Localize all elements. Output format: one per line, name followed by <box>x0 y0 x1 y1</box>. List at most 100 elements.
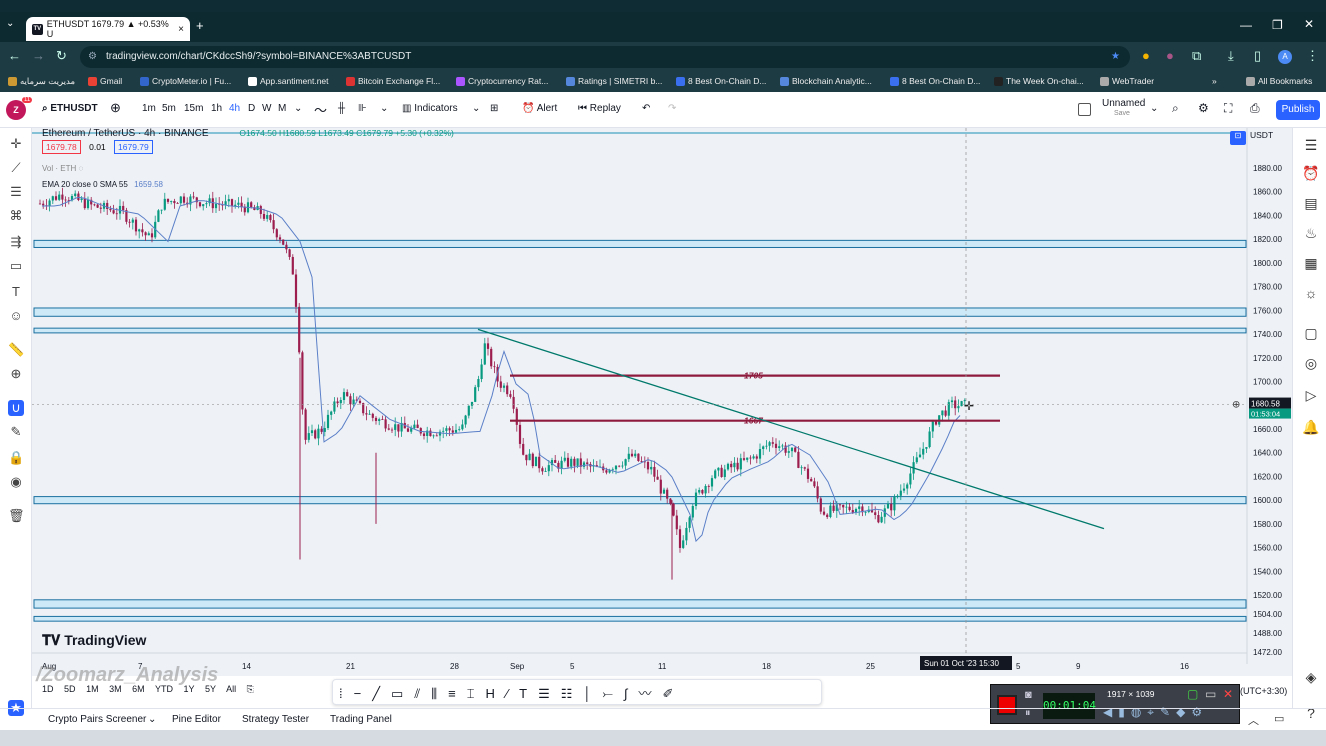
legend-title[interactable]: Ethereum / TetherUS · 4h · BINANCE <box>42 128 209 139</box>
bid-price[interactable]: 1679.78 <box>42 140 81 154</box>
redo-icon[interactable]: ↷ <box>668 103 676 114</box>
back-icon[interactable]: ← <box>8 48 21 63</box>
text-anchor-icon[interactable]: ⌶ <box>467 686 486 701</box>
browser-menu-icon[interactable]: ⋮ <box>1306 48 1319 64</box>
bookmark-item[interactable]: Cryptocurrency Rat... <box>456 76 548 86</box>
layout-save-label[interactable]: Save <box>1114 110 1130 117</box>
ideas-bulb-icon[interactable]: ☼ <box>1302 284 1320 302</box>
fib-tool-icon[interactable]: ☰ <box>8 184 24 200</box>
range-5y[interactable]: 5Y <box>205 684 216 694</box>
drag-handle-icon[interactable]: ⁞ <box>339 686 354 701</box>
eye-icon[interactable]: ◉ <box>8 474 24 490</box>
date-range-icon[interactable]: ⎘ <box>247 684 254 694</box>
pattern-tool-icon[interactable]: ⌘ <box>8 208 24 224</box>
tab-close-icon[interactable]: × <box>178 24 184 35</box>
brush-icon[interactable]: ⁄ <box>506 686 519 701</box>
chart-pane[interactable]: 1880.00 1860.00 1840.00 1820.00 1800.00 1780.… <box>32 128 1292 686</box>
profile-avatar[interactable]: A <box>1278 50 1292 64</box>
magnet-icon[interactable]: ∪ <box>8 400 24 416</box>
line-chart-type-icon[interactable]: 〜 <box>314 100 327 119</box>
curve-icon[interactable]: ∫ <box>624 686 639 701</box>
interval-w[interactable]: W <box>262 103 271 114</box>
tab-search-icon[interactable]: ⌄ <box>6 18 14 29</box>
lock-icon[interactable]: 🔒 <box>8 450 24 466</box>
calendar-icon[interactable]: ▦ <box>1302 254 1320 272</box>
snapshot-camera-icon[interactable]: ⎙ <box>1250 101 1260 116</box>
new-tab-icon[interactable]: + <box>196 18 204 33</box>
arrow-icon[interactable]: ⤚ <box>603 686 624 701</box>
close-window-icon[interactable]: ✕ <box>1304 17 1314 31</box>
forward-icon[interactable]: → <box>32 48 45 63</box>
tab-strategy-tester[interactable]: Strategy Tester <box>242 714 309 725</box>
chat-icon[interactable]: ▢ <box>1302 324 1320 342</box>
alerts-clock-icon[interactable]: ⏰ <box>1302 164 1320 182</box>
range-ytd[interactable]: YTD <box>155 684 173 694</box>
range-6m[interactable]: 6M <box>132 684 145 694</box>
eye-hidden-icon[interactable]: ◌ <box>78 164 83 173</box>
browser-tab[interactable]: TV ETHUSDT 1679.79 ▲ +0.53% U × <box>26 17 190 41</box>
minimize-icon[interactable]: — <box>1240 18 1252 32</box>
bookmark-item[interactable]: 8 Best On-Chain D... <box>890 76 980 86</box>
trendline-tool-icon[interactable]: ⟋ <box>8 160 24 176</box>
emoji-tool-icon[interactable]: ☺ <box>8 308 24 324</box>
layout-name[interactable]: Unnamed <box>1102 98 1145 109</box>
zoom-in-icon[interactable]: ⊕ <box>8 366 24 382</box>
quick-search-icon[interactable]: ⌕ <box>1172 101 1179 116</box>
interval-5m[interactable]: 5m <box>162 103 176 114</box>
bookmark-item[interactable]: CryptoMeter.io | Fu... <box>140 76 231 86</box>
fib-icon[interactable]: ≡ <box>448 686 467 701</box>
trash-icon[interactable]: 🗑 <box>8 508 25 524</box>
ask-price[interactable]: 1679.79 <box>114 140 153 154</box>
extension-icon[interactable]: ● <box>1166 48 1174 63</box>
bookmarks-overflow-icon[interactable]: » <box>1212 76 1217 86</box>
range-all[interactable]: All <box>226 684 236 694</box>
ruler-icon[interactable]: 📏 <box>8 342 24 358</box>
timezone[interactable]: (UTC+3:30) <box>1240 686 1287 696</box>
bookmark-item[interactable]: 8 Best On-Chain D... <box>676 76 766 86</box>
url-field[interactable]: ⚙ tradingview.com/chart/CKdccSh9/?symbol… <box>80 46 1130 68</box>
symbol-search[interactable]: ⌕ ETHUSDT <box>42 103 98 114</box>
channel-icon[interactable]: ⫽ <box>414 686 431 701</box>
stay-drawing-icon[interactable]: ✎ <box>8 424 24 440</box>
extensions-puzzle-icon[interactable]: ⧉ <box>1192 48 1201 64</box>
text-tool-icon[interactable]: T <box>8 284 24 300</box>
interval-1m[interactable]: 1m <box>142 103 156 114</box>
layout-icon[interactable] <box>1078 103 1091 116</box>
vline-icon[interactable]: │ <box>583 686 602 701</box>
range-3m[interactable]: 3M <box>109 684 122 694</box>
currency-label[interactable]: USDT <box>1250 130 1273 140</box>
tab-trading-panel[interactable]: Trading Panel <box>330 714 392 725</box>
bookmark-item[interactable]: WebTrader <box>1100 76 1154 86</box>
measure-icon[interactable]: H <box>486 686 506 701</box>
interval-m[interactable]: M <box>278 103 286 114</box>
recorder-minimize-icon[interactable]: ▭ <box>1205 687 1216 701</box>
extension-icon[interactable]: ● <box>1142 48 1150 63</box>
streams-icon[interactable]: ◎ <box>1302 354 1320 372</box>
data-window-icon[interactable]: ▤ <box>1302 194 1320 212</box>
tab-pine-editor[interactable]: Pine Editor <box>172 714 221 725</box>
ema-label[interactable]: EMA 20 close 0 SMA 55 <box>42 180 128 189</box>
watchlist-icon[interactable]: ☰ <box>1302 136 1320 154</box>
price-chart-svg[interactable]: 1880.00 1860.00 1840.00 1820.00 1800.00 1780.… <box>32 128 1292 676</box>
interval-4h[interactable]: 4h <box>229 103 240 114</box>
bookmark-item[interactable]: App.santiment.net <box>248 76 329 86</box>
interval-1h[interactable]: 1h <box>211 103 222 114</box>
bookmark-item[interactable]: Blockchain Analytic... <box>780 76 872 86</box>
download-icon[interactable]: ⤓ <box>1228 48 1234 64</box>
rect-icon[interactable]: ▭ <box>391 686 414 701</box>
path-icon[interactable]: 〰 <box>638 686 662 701</box>
interval-15m[interactable]: 15m <box>184 103 203 114</box>
site-info-icon[interactable]: ⚙ <box>88 46 97 68</box>
indicators-button[interactable]: ▥ Indicators <box>402 103 458 114</box>
candles-icon[interactable]: ╫ <box>338 103 345 114</box>
layers-icon[interactable]: ◈ <box>1302 668 1320 686</box>
shapes-tool-icon[interactable]: ▭ <box>8 258 24 274</box>
layouts-icon[interactable]: ⊞ <box>490 103 498 114</box>
tab-crypto-pairs-screener[interactable]: Crypto Pairs Screener <box>48 714 146 725</box>
replay-play-icon[interactable]: ▷ <box>1302 386 1320 404</box>
volume-label[interactable]: Vol · ETH <box>42 164 76 173</box>
compare-symbol-icon[interactable]: ⊕ <box>110 100 121 116</box>
range-1d[interactable]: 1D <box>42 684 54 694</box>
bookmark-item[interactable]: Bitcoin Exchange Fl... <box>346 76 440 86</box>
range-1m[interactable]: 1M <box>86 684 99 694</box>
